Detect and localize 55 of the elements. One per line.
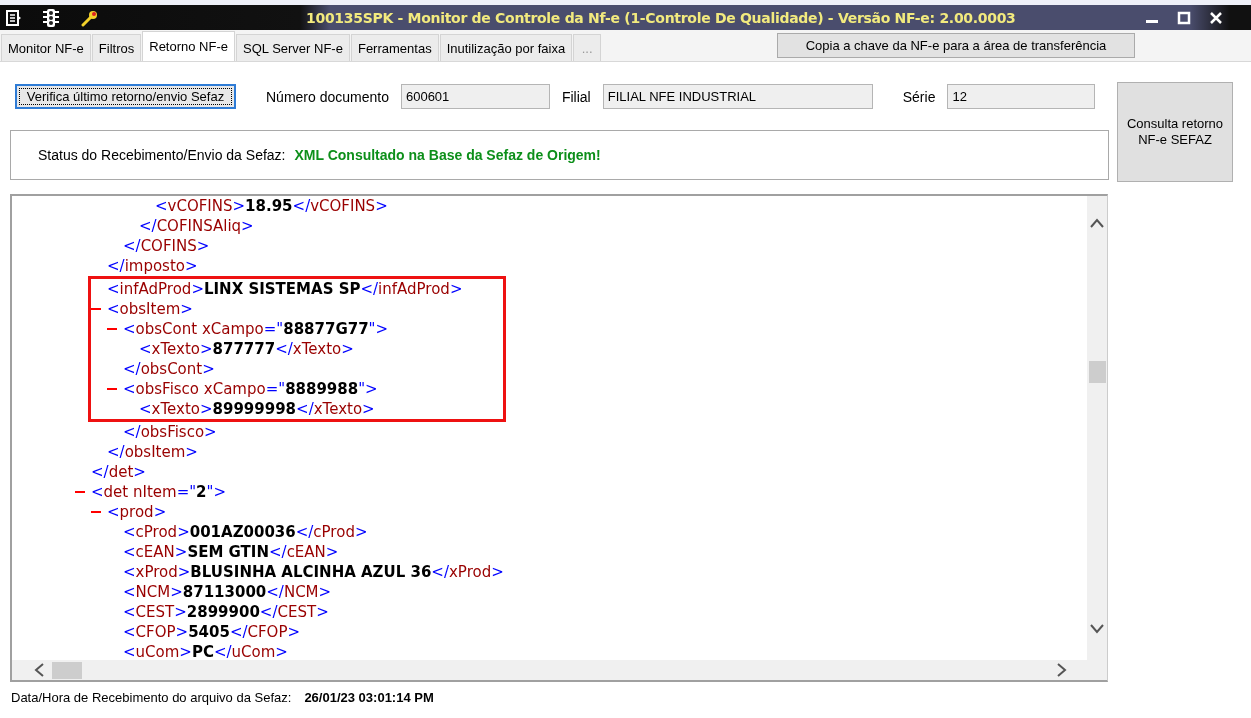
xml-line: </obsCont> — [123, 359, 215, 379]
xml-line: <cProd>001AZ00036</cProd> — [123, 522, 368, 542]
xml-line: </det> — [91, 462, 146, 482]
xml-line: <CFOP>5405</CFOP> — [123, 622, 301, 642]
status-label: Status do Recebimento/Envio da Sefaz: — [38, 147, 286, 163]
maximize-icon[interactable] — [1177, 10, 1191, 25]
close-icon[interactable] — [1209, 10, 1223, 25]
xml-line: </COFINSAliq> — [139, 216, 254, 236]
tab[interactable]: Inutilização por faixa — [439, 34, 573, 61]
xml-line: <uCom>PC</uCom> — [123, 642, 288, 660]
xml-line: <prod> — [107, 502, 167, 522]
status-message: XML Consultado na Base da Sefaz de Origem! — [294, 147, 601, 163]
horizontal-scrollbar[interactable] — [12, 660, 1107, 680]
verify-button[interactable]: Verifica último retorno/envio Sefaz — [15, 84, 236, 109]
window-title: 100135SPK - Monitor de Controle da Nf-e (1-Controle De Qualidade) - Versão NF-e: 2.00.0003 — [306, 9, 1017, 26]
tab[interactable]: Ferramentas — [350, 34, 439, 61]
xml-line: <vCOFINS>18.95</vCOFINS> — [155, 196, 388, 216]
xml-line: <det nItem="2"> — [91, 482, 226, 502]
received-datetime: 26/01/23 03:01:14 PM — [304, 690, 434, 705]
scrollbar-thumb[interactable] — [52, 661, 82, 679]
scrollbar-thumb[interactable] — [1088, 361, 1106, 383]
copy-key-button[interactable]: Copia a chave da NF-e para a área de transferência — [777, 33, 1135, 58]
input-field[interactable]: FILIAL NFE INDUSTRIAL — [602, 84, 873, 109]
xml-line: <cEAN>SEM GTIN</cEAN> — [123, 542, 339, 562]
xml-line: <xTexto>89999998</xTexto> — [139, 399, 375, 419]
tab[interactable]: Filtros — [91, 34, 142, 61]
xml-line: <CEST>2899900</CEST> — [123, 602, 329, 622]
xml-line: <infAdProd>LINX SISTEMAS SP</infAdProd> — [107, 279, 463, 299]
tab[interactable]: Retorno NF-e — [142, 31, 235, 61]
wrench-icon[interactable] — [80, 8, 100, 27]
xml-line: <obsItem> — [107, 299, 193, 319]
field-label: Filial — [561, 88, 591, 105]
scroll-left-icon[interactable] — [34, 663, 44, 677]
vertical-scrollbar[interactable] — [1087, 196, 1107, 660]
xml-line: </obsFisco> — [123, 422, 217, 442]
xml-line: <xProd>BLUSINHA ALCINHA AZUL 36</xProd> — [123, 562, 504, 582]
tab[interactable]: SQL Server NF-e — [236, 34, 350, 61]
field-label: Série — [902, 88, 936, 105]
tab[interactable]: Monitor NF-e — [1, 34, 91, 61]
xml-line: <NCM>87113000</NCM> — [123, 582, 332, 602]
xml-line: <obsFisco xCampo="8889988"> — [123, 379, 378, 399]
footer-label: Data/Hora de Recebimento do arquivo da Sefaz: — [11, 690, 292, 705]
xml-line: </imposto> — [107, 256, 198, 276]
scroll-up-icon[interactable] — [1090, 218, 1104, 228]
scroll-down-icon[interactable] — [1090, 624, 1104, 634]
field-label: Número documento — [266, 88, 389, 105]
traffic-light-icon[interactable] — [42, 7, 60, 28]
xml-line: <obsCont xCampo="88877G77"> — [123, 319, 389, 339]
xml-line: </obsItem> — [107, 442, 198, 462]
input-field[interactable]: 600601 — [400, 84, 550, 109]
query-button[interactable]: Consulta retorno NF-e SEFAZ — [1117, 82, 1233, 182]
xml-line: </COFINS> — [123, 236, 210, 256]
input-field[interactable]: 12 — [947, 84, 1096, 109]
scroll-right-icon[interactable] — [1057, 663, 1067, 677]
xml-line: <xTexto>877777</xTexto> — [139, 339, 354, 359]
